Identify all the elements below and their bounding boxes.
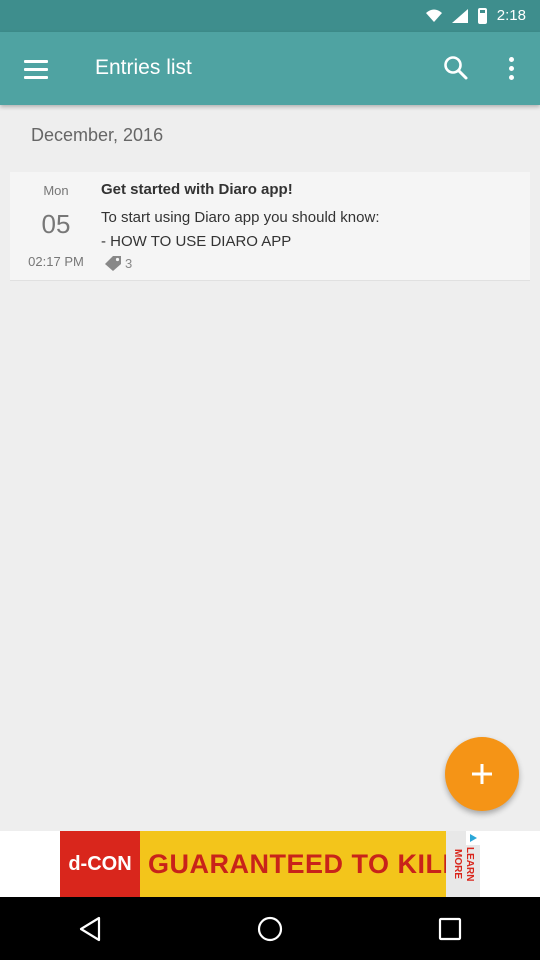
- entry-list-item[interactable]: Mon 05 02:17 PM Get started with Diaro a…: [10, 172, 530, 281]
- more-vert-icon[interactable]: [497, 52, 525, 84]
- entry-title: Get started with Diaro app!: [101, 181, 293, 198]
- status-icons: 2:18: [425, 7, 526, 24]
- system-nav-bar: [0, 897, 540, 960]
- entry-day-of-week: Mon: [43, 183, 69, 198]
- plus-icon: [472, 764, 492, 784]
- signal-icon: [451, 8, 468, 23]
- tag-icon: [105, 256, 121, 271]
- ad-area: d-CON GUARANTEED TO KILL LEARN MORE: [0, 831, 540, 897]
- status-time: 2:18: [496, 7, 526, 24]
- tag-count: 3: [125, 255, 133, 271]
- search-icon[interactable]: [440, 52, 472, 84]
- ad-headline: GUARANTEED TO KILL: [148, 849, 460, 879]
- entry-day-number: 05: [41, 209, 71, 239]
- recents-icon[interactable]: [430, 909, 470, 949]
- entry-tags: 3: [103, 255, 132, 271]
- back-icon[interactable]: [70, 909, 110, 949]
- battery-icon: [477, 7, 487, 24]
- status-bar: 2:18: [0, 0, 540, 32]
- menu-icon[interactable]: [20, 54, 52, 84]
- entry-time: 02:17 PM: [28, 254, 84, 269]
- entry-text-line: - HOW TO USE DIARO APP: [101, 233, 292, 250]
- app-bar: Entries list: [0, 32, 540, 105]
- ad-banner[interactable]: d-CON GUARANTEED TO KILL LEARN MORE: [60, 831, 480, 897]
- month-header: December, 2016: [31, 125, 164, 145]
- entry-preview-text: To start using Diaro app you should know…: [101, 206, 501, 254]
- ad-logo: d-CON: [60, 831, 140, 897]
- ad-choices-icon[interactable]: [466, 831, 480, 845]
- page-title: Entries list: [95, 56, 192, 79]
- wifi-icon: [425, 9, 442, 22]
- add-entry-button[interactable]: [445, 737, 519, 811]
- entry-text-line: To start using Diaro app you should know…: [101, 209, 380, 226]
- home-icon[interactable]: [250, 909, 290, 949]
